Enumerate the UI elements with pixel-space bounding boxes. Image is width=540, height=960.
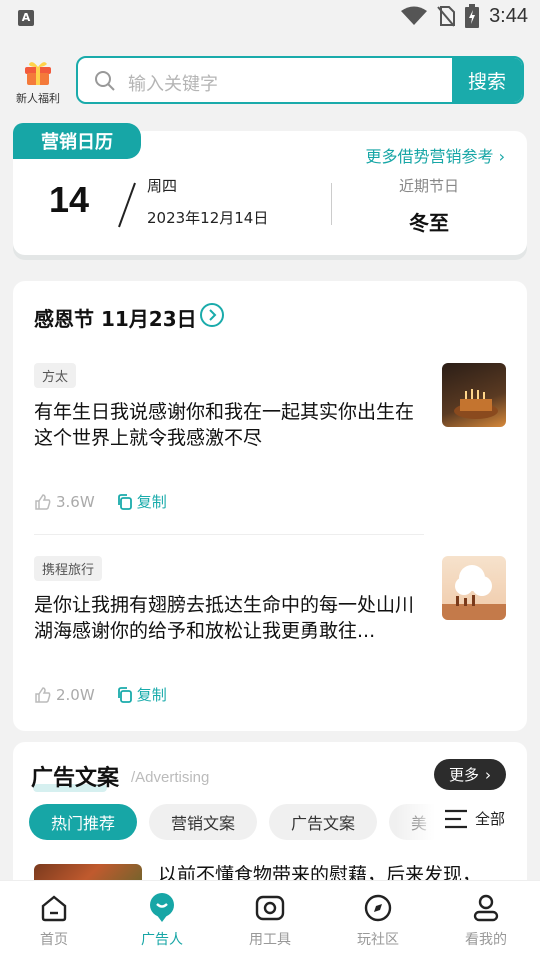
thumbs-up-icon — [35, 686, 51, 703]
chip-marketing[interactable]: 营销文案 — [149, 804, 258, 840]
status-bar: A 3:44 — [0, 0, 540, 36]
chevron-right-icon: › — [485, 765, 491, 784]
more-label: 更多 — [448, 766, 479, 784]
gift-icon — [23, 58, 53, 86]
thumbs-up-icon — [35, 493, 51, 510]
category-chips: 热门推荐 营销文案 广告文案 美 — [29, 804, 450, 840]
like-button[interactable]: 3.6W — [34, 493, 95, 511]
top-bar: 新人福利 输入关键字 搜索 — [0, 36, 540, 122]
search-box[interactable]: 输入关键字 搜索 — [76, 56, 524, 104]
chip-advertising[interactable]: 广告文案 — [269, 804, 378, 840]
all-categories-button[interactable]: 全部 — [444, 808, 505, 829]
copy-button[interactable]: 复制 — [117, 684, 167, 705]
compass-icon — [363, 893, 393, 923]
copy-label: 复制 — [136, 686, 167, 704]
tab-label: 用工具 — [249, 932, 291, 948]
tab-label: 玩社区 — [357, 932, 399, 948]
calendar-day: 14 — [49, 179, 90, 220]
item-thumbnail — [442, 363, 506, 427]
tab-label: 广告人 — [141, 932, 183, 948]
brand-tag: 方太 — [34, 363, 77, 388]
more-button[interactable]: 更多 › — [434, 759, 506, 790]
like-count: 2.0W — [56, 685, 95, 704]
copy-button[interactable]: 复制 — [117, 491, 167, 512]
tab-tools[interactable]: 用工具 — [216, 881, 324, 960]
brand-tag: 携程旅行 — [34, 556, 103, 581]
search-button[interactable]: 搜索 — [452, 58, 522, 102]
copy-text: 是你让我拥有翅膀去抵达生命中的每一处山川湖海感谢你的给予和放松让我更勇敢往... — [34, 594, 415, 642]
more-marketing-label: 更多借势营销参考 — [365, 147, 494, 166]
tab-mine[interactable]: 看我的 — [432, 881, 540, 960]
copy-icon — [117, 686, 132, 703]
tab-community[interactable]: 玩社区 — [324, 881, 432, 960]
list-item[interactable]: 携程旅行 是你让我拥有翅膀去抵达生命中的每一处山川湖海感谢你的给予和放松让我更勇… — [34, 556, 506, 704]
search-icon — [95, 71, 115, 91]
calendar-weekday: 周四 — [147, 177, 178, 195]
chip-hot[interactable]: 热门推荐 — [29, 804, 138, 840]
battery-charging-icon — [465, 4, 480, 28]
status-time: 3:44 — [489, 4, 528, 27]
calendar-divider — [331, 183, 332, 225]
section-title: 广告文案 — [31, 766, 120, 791]
tab-label: 看我的 — [465, 932, 507, 948]
copy-label: 复制 — [136, 493, 167, 511]
item-thumbnail — [442, 556, 506, 620]
new-user-gift-button[interactable]: 新人福利 — [14, 58, 62, 106]
tab-adman[interactable]: 广告人 — [108, 881, 216, 960]
home-icon — [39, 893, 69, 923]
recent-festival[interactable]: 冬至 — [373, 207, 485, 236]
app-badge-icon: A — [18, 10, 34, 26]
no-sim-icon — [437, 6, 456, 27]
festival-title[interactable]: 感恩节 11月23日 — [34, 303, 197, 332]
copy-text: 有年生日我说感谢你和我在一起其实你出生在这个世界上就令我感激不尽 — [34, 401, 415, 449]
festival-copy-card: 感恩节 11月23日 方太 有年生日我说感谢你和我在一起其实你出生在这个世界上就… — [13, 281, 527, 731]
pin-icon — [147, 893, 177, 923]
circle-arrow-right-icon[interactable] — [200, 303, 224, 327]
more-marketing-link[interactable]: 更多借势营销参考 › — [365, 143, 505, 167]
slash-divider — [118, 182, 136, 228]
chevron-right-icon: › — [498, 147, 505, 166]
item-divider — [34, 534, 424, 535]
camera-icon — [255, 893, 285, 923]
gift-label: 新人福利 — [16, 92, 60, 105]
like-button[interactable]: 2.0W — [34, 686, 95, 704]
section-subtitle: /Advertising — [131, 769, 210, 786]
marketing-calendar-card: 营销日历 更多借势营销参考 › 14 周四 2023年12月14日 近期节日 冬… — [13, 123, 527, 255]
menu-icon — [444, 809, 467, 828]
calendar-date: 2023年12月14日 — [147, 209, 269, 227]
person-icon — [471, 893, 501, 923]
search-input[interactable]: 输入关键字 — [128, 70, 218, 96]
tab-home[interactable]: 首页 — [0, 881, 108, 960]
all-label: 全部 — [474, 810, 505, 828]
calendar-tag: 营销日历 — [13, 123, 141, 159]
recent-festival-label: 近期节日 — [398, 177, 459, 195]
like-count: 3.6W — [56, 492, 95, 511]
wifi-icon — [401, 6, 428, 25]
bottom-tab-bar: 首页 广告人 用工具 玩社区 看我的 — [0, 880, 540, 960]
tab-label: 首页 — [40, 932, 68, 948]
copy-icon — [117, 493, 132, 510]
list-item[interactable]: 方太 有年生日我说感谢你和我在一起其实你出生在这个世界上就令我感激不尽 3.6W… — [34, 363, 506, 511]
